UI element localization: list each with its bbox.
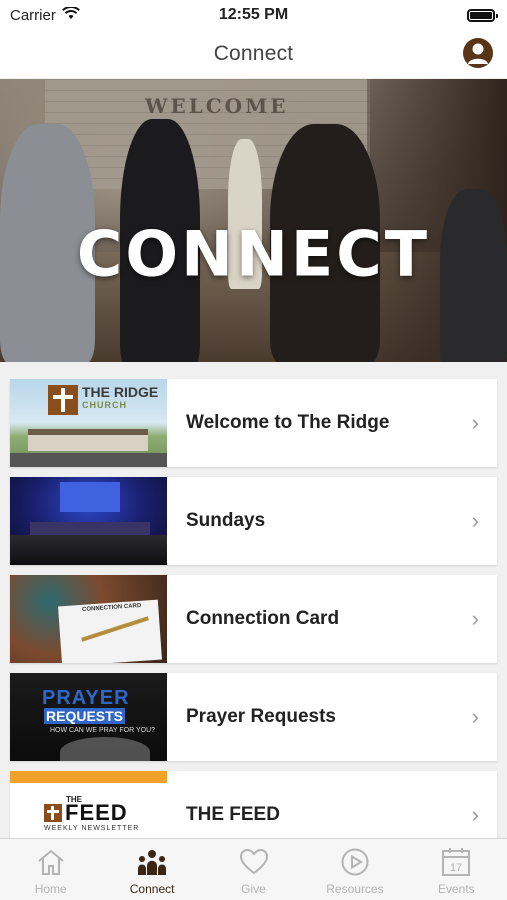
praying-hands-icon bbox=[60, 737, 150, 761]
welcome-sign: WELCOME bbox=[145, 94, 289, 118]
home-icon bbox=[34, 846, 68, 878]
cross-logo-icon bbox=[44, 804, 62, 822]
calendar-day: 17 bbox=[450, 862, 462, 874]
status-left: Carrier bbox=[10, 5, 80, 24]
menu-item-label: Welcome to The Ridge bbox=[186, 412, 390, 433]
chevron-right-icon: › bbox=[471, 410, 479, 435]
cross-logo-icon bbox=[48, 385, 78, 415]
tab-label: Resources bbox=[326, 882, 384, 896]
prayer-thumb-line2: REQUESTS bbox=[44, 708, 126, 724]
tab-resources[interactable]: Resources bbox=[304, 839, 405, 900]
calendar-icon: 17 bbox=[439, 846, 473, 878]
tab-events[interactable]: 17 Events bbox=[406, 839, 507, 900]
menu-item-sundays[interactable]: Sundays › bbox=[10, 477, 497, 565]
prayer-thumbnail: PRAYER REQUESTS HOW CAN WE PRAY FOR YOU? bbox=[10, 673, 167, 761]
profile-icon bbox=[468, 43, 488, 64]
menu-item-welcome[interactable]: THE RIDGE CHURCH Welcome to The Ridge › bbox=[10, 379, 497, 467]
connect-menu-list: THE RIDGE CHURCH Welcome to The Ridge › … bbox=[10, 379, 497, 869]
tab-home[interactable]: Home bbox=[0, 839, 101, 900]
tab-connect[interactable]: Connect bbox=[101, 839, 202, 900]
menu-item-connection-card[interactable]: CONNECTION CARD Connection Card › bbox=[10, 575, 497, 663]
wifi-icon bbox=[61, 5, 80, 24]
church-building bbox=[28, 429, 148, 451]
tab-label: Events bbox=[437, 882, 475, 896]
ridge-logo-sub: CHURCH bbox=[82, 400, 127, 410]
status-bar: Carrier 12:55 PM bbox=[0, 0, 507, 30]
battery-icon bbox=[467, 8, 498, 22]
page-title: Connect bbox=[213, 42, 294, 65]
chevron-right-icon: › bbox=[471, 802, 479, 827]
tab-give[interactable]: Give bbox=[203, 839, 304, 900]
menu-item-label: Connection Card bbox=[186, 608, 340, 629]
chevron-right-icon: › bbox=[471, 704, 479, 729]
heart-icon bbox=[237, 846, 271, 878]
chevron-right-icon: › bbox=[471, 508, 479, 533]
menu-item-label: Sundays bbox=[186, 510, 266, 531]
connection-card-thumbnail: CONNECTION CARD bbox=[10, 575, 167, 663]
tab-label: Connect bbox=[129, 882, 175, 896]
tab-bar: Home Connect Give Resources 17 Events bbox=[0, 838, 507, 900]
prayer-thumb-line1: PRAYER bbox=[42, 687, 130, 709]
hero-title: CONNECT bbox=[76, 217, 431, 291]
feed-thumb-title: FEED bbox=[65, 800, 128, 825]
menu-item-prayer-requests[interactable]: PRAYER REQUESTS HOW CAN WE PRAY FOR YOU?… bbox=[10, 673, 497, 761]
menu-item-label: THE FEED bbox=[186, 804, 280, 825]
prayer-thumb-line3: HOW CAN WE PRAY FOR YOU? bbox=[50, 727, 156, 734]
profile-button[interactable] bbox=[463, 38, 493, 68]
people-icon bbox=[135, 846, 169, 878]
tab-label: Give bbox=[241, 882, 266, 896]
ridge-logo-text: THE RIDGE CHURCH bbox=[82, 384, 159, 412]
hero-banner: WELCOME CONNECT bbox=[0, 79, 507, 362]
menu-item-label: Prayer Requests bbox=[186, 706, 336, 727]
stage-screen bbox=[60, 482, 120, 512]
crowd bbox=[10, 535, 167, 565]
parking-lot bbox=[10, 453, 167, 467]
feed-thumb-sub: WEEKLY NEWSLETTER bbox=[44, 825, 140, 832]
orange-stripe bbox=[10, 771, 167, 783]
nav-bar: Connect bbox=[0, 30, 507, 78]
chevron-right-icon: › bbox=[471, 606, 479, 631]
sundays-thumbnail bbox=[10, 477, 167, 565]
ridge-logo-name: THE RIDGE bbox=[82, 384, 159, 400]
welcome-thumbnail: THE RIDGE CHURCH bbox=[10, 379, 167, 467]
tab-label: Home bbox=[34, 882, 67, 896]
play-icon bbox=[338, 846, 372, 878]
carrier-label: Carrier bbox=[10, 6, 56, 24]
